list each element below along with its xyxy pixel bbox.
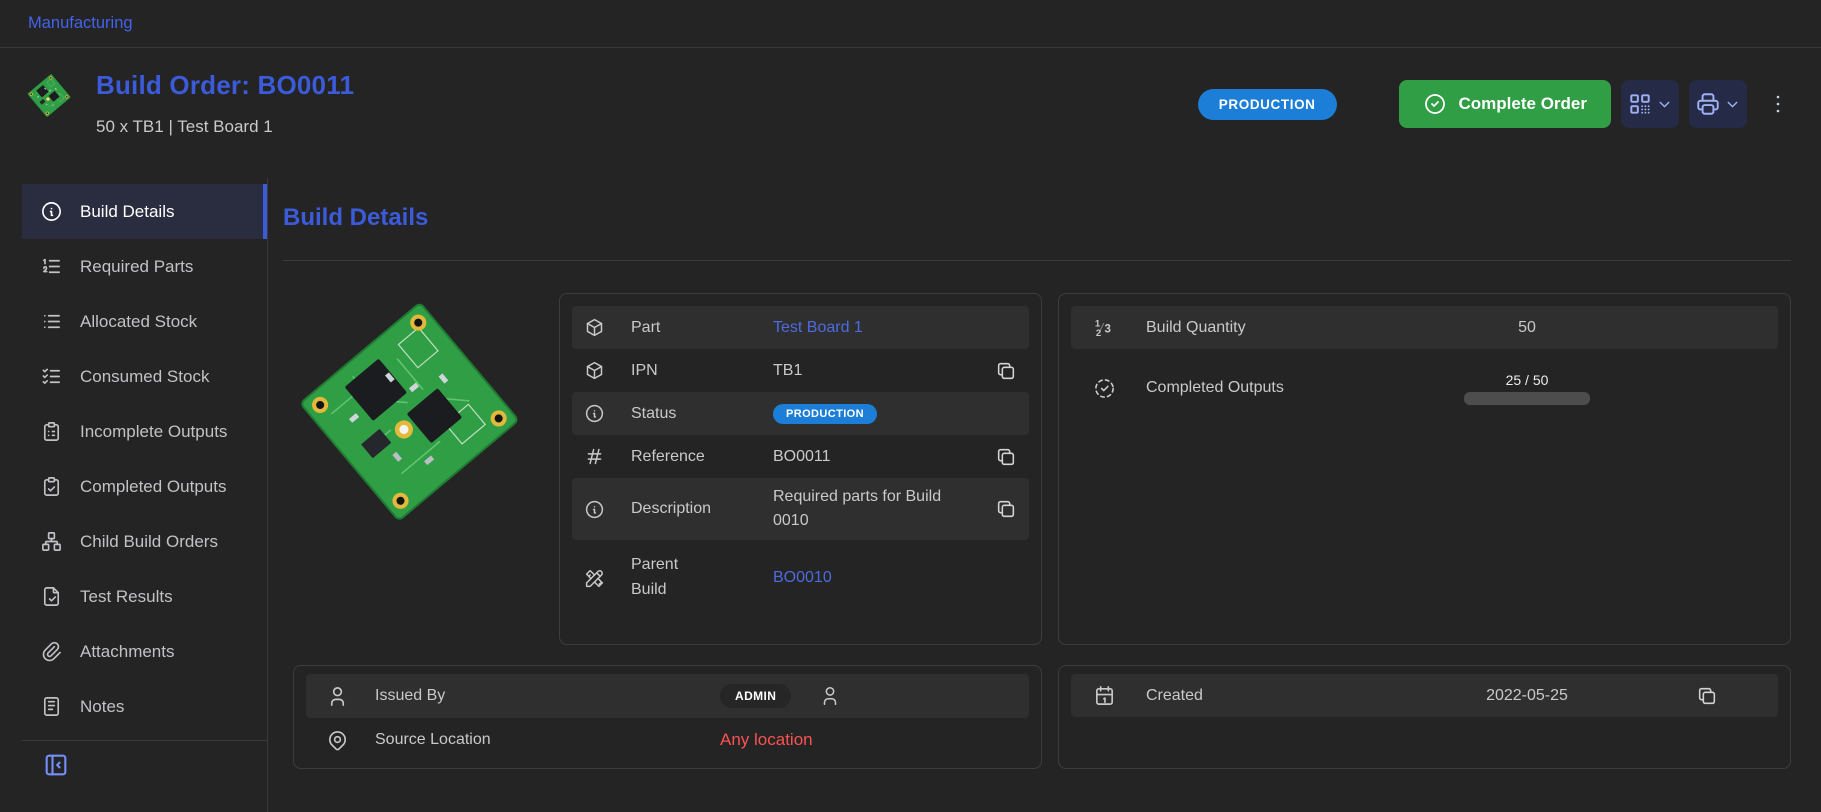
status-badge: PRODUCTION <box>773 404 877 424</box>
breadcrumb: Manufacturing <box>0 0 1821 48</box>
calendar-icon <box>1093 684 1116 707</box>
qrcode-icon <box>1627 91 1653 117</box>
info-circle-icon <box>584 499 605 520</box>
reference-value: BO0011 <box>773 448 831 466</box>
parent-build-link[interactable]: BO0010 <box>773 569 832 587</box>
section-divider <box>283 260 1791 261</box>
user-icon <box>326 685 349 708</box>
complete-order-button[interactable]: Complete Order <box>1399 80 1611 128</box>
progress-text: 25 / 50 <box>1506 372 1549 388</box>
user-icon <box>819 685 841 707</box>
created-panel: Created 2022-05-25 <box>1058 665 1791 769</box>
list-check-icon <box>40 365 63 388</box>
page-header: Build Order: BO0011 50 x TB1 | Test Boar… <box>0 48 1821 178</box>
sidebar-collapse-icon <box>42 751 70 779</box>
clipboard-check-icon <box>40 475 63 498</box>
issued-panel: Issued By ADMIN Source Location Any loca… <box>293 665 1042 769</box>
sidebar-item-attachments[interactable]: Attachments <box>22 624 267 679</box>
description-value: Required parts for Build 0010 <box>773 485 951 533</box>
circle-check-icon <box>1423 92 1447 116</box>
build-quantity-value: 50 <box>1402 319 1652 337</box>
list-icon <box>40 310 63 333</box>
box-icon <box>584 360 605 381</box>
list-numbers-icon <box>40 255 63 278</box>
status-badge: PRODUCTION <box>1198 89 1337 120</box>
copy-icon[interactable] <box>995 446 1017 468</box>
progress-bar <box>1464 392 1590 405</box>
copy-icon[interactable] <box>1696 685 1718 707</box>
sidebar: Build Details Required Parts Allocated S… <box>0 178 268 812</box>
more-actions-button[interactable] <box>1761 82 1795 126</box>
detail-row-description: Description Required parts for Build 001… <box>572 478 1029 540</box>
tools-icon <box>584 568 605 589</box>
breadcrumb-manufacturing-link[interactable]: Manufacturing <box>28 14 133 33</box>
paperclip-icon <box>40 640 63 663</box>
section-heading: Build Details <box>283 204 1791 232</box>
source-location-value: Any location <box>720 730 813 750</box>
detail-row-ipn: IPN TB1 <box>572 349 1029 392</box>
build-quantity-panel: 123 Build Quantity 50 Completed Outputs … <box>1058 293 1791 645</box>
detail-row-status: Status PRODUCTION <box>572 392 1029 435</box>
sidebar-item-incomplete-outputs[interactable]: Incomplete Outputs <box>22 404 267 459</box>
sidebar-item-build-details[interactable]: Build Details <box>22 184 267 239</box>
completed-outputs-row: Completed Outputs 25 / 50 <box>1071 349 1778 427</box>
main-content: Build Details Part Test Board 1 IPN TB1 <box>268 178 1821 812</box>
created-row: Created 2022-05-25 <box>1071 674 1778 717</box>
sitemap-icon <box>40 530 63 553</box>
completed-outputs-progress: 25 / 50 <box>1402 372 1652 405</box>
chevron-down-icon <box>1656 96 1673 113</box>
collapse-sidebar-button[interactable] <box>42 751 70 779</box>
barcode-actions-button[interactable] <box>1621 80 1679 128</box>
created-value: 2022-05-25 <box>1402 687 1652 705</box>
printer-icon <box>1695 91 1721 117</box>
hash-icon <box>584 446 605 467</box>
sidebar-item-completed-outputs[interactable]: Completed Outputs <box>22 459 267 514</box>
sidebar-item-allocated-stock[interactable]: Allocated Stock <box>22 294 267 349</box>
info-circle-icon <box>584 403 605 424</box>
sidebar-item-notes[interactable]: Notes <box>22 679 267 734</box>
detail-row-part: Part Test Board 1 <box>572 306 1029 349</box>
part-link[interactable]: Test Board 1 <box>773 319 863 337</box>
file-check-icon <box>40 585 63 608</box>
build-quantity-row: 123 Build Quantity 50 <box>1071 306 1778 349</box>
detail-row-reference: Reference BO0011 <box>572 435 1029 478</box>
sidebar-item-consumed-stock[interactable]: Consumed Stock <box>22 349 267 404</box>
dots-vertical-icon <box>1766 92 1790 116</box>
sidebar-item-child-build-orders[interactable]: Child Build Orders <box>22 514 267 569</box>
map-pin-icon <box>326 729 349 752</box>
chevron-down-icon <box>1724 96 1741 113</box>
page-title: Build Order: BO0011 <box>96 70 354 101</box>
build-order-thumbnail[interactable] <box>26 72 72 118</box>
copy-icon[interactable] <box>995 360 1017 382</box>
issued-by-badge: ADMIN <box>720 684 791 708</box>
complete-order-label: Complete Order <box>1459 94 1587 114</box>
ipn-value: TB1 <box>773 362 802 380</box>
progress-check-icon <box>1093 377 1116 400</box>
sidebar-divider <box>22 740 267 741</box>
info-circle-icon <box>40 200 63 223</box>
build-details-panel: Part Test Board 1 IPN TB1 Status PRODUCT… <box>559 293 1042 645</box>
sidebar-item-required-parts[interactable]: Required Parts <box>22 239 267 294</box>
numbers-123-icon: 123 <box>1093 316 1116 339</box>
header-actions: PRODUCTION Complete Order <box>1198 80 1795 128</box>
box-icon <box>584 317 605 338</box>
sidebar-item-test-results[interactable]: Test Results <box>22 569 267 624</box>
source-location-row: Source Location Any location <box>306 718 1029 762</box>
part-image[interactable] <box>293 293 525 525</box>
clipboard-list-icon <box>40 420 63 443</box>
issued-by-row: Issued By ADMIN <box>306 674 1029 718</box>
detail-row-parent-build: Parent Build BO0010 <box>572 540 1029 616</box>
notes-icon <box>40 695 63 718</box>
svg-text:3: 3 <box>1105 323 1111 335</box>
copy-icon[interactable] <box>995 498 1017 520</box>
print-actions-button[interactable] <box>1689 80 1747 128</box>
page-subtitle: 50 x TB1 | Test Board 1 <box>96 117 354 137</box>
